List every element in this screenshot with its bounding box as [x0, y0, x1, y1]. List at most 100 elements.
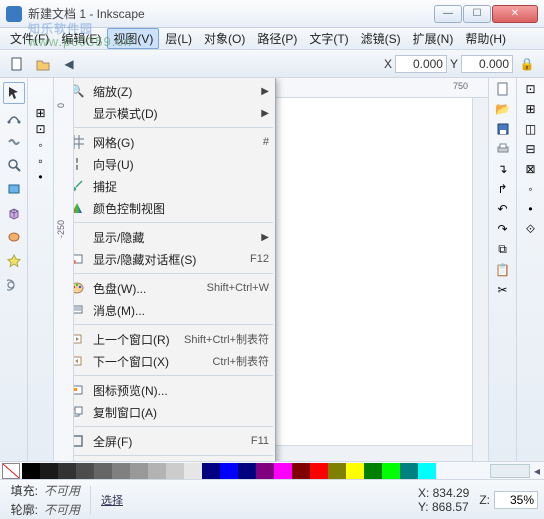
snap-node-icon[interactable]: ⊡: [35, 122, 45, 136]
menu-messages[interactable]: 消息(M)...: [74, 299, 275, 321]
color-swatch[interactable]: [58, 463, 76, 479]
menu-fullscreen[interactable]: 全屏(F)F11: [74, 430, 275, 452]
select-tool-icon[interactable]: [3, 82, 25, 104]
menu-guides[interactable]: ╎向导(U): [74, 153, 275, 175]
tweak-tool-icon[interactable]: [3, 130, 25, 152]
color-swatch[interactable]: [220, 463, 238, 479]
menu-show-hide-dlg[interactable]: 显示/隐藏对话框(S)F12: [74, 248, 275, 270]
snap-opt-1-icon[interactable]: ⊡: [525, 82, 535, 96]
open-icon[interactable]: [32, 53, 54, 75]
x-input[interactable]: [395, 55, 447, 73]
arrow-icon[interactable]: ◀: [58, 53, 80, 75]
menu-color-view[interactable]: 颜色控制视图: [74, 197, 275, 219]
color-swatch[interactable]: [346, 463, 364, 479]
snap-icon[interactable]: ⊞: [35, 106, 45, 120]
menu-text[interactable]: 文字(T): [303, 28, 354, 49]
color-swatch[interactable]: [148, 463, 166, 479]
menu-dup-window[interactable]: 复制窗口(A): [74, 401, 275, 423]
color-swatch[interactable]: [94, 463, 112, 479]
rect-tool-icon[interactable]: [3, 178, 25, 200]
import-icon[interactable]: ↴: [497, 162, 507, 176]
color-swatch[interactable]: [382, 463, 400, 479]
color-swatch[interactable]: [22, 463, 40, 479]
minimize-button[interactable]: —: [434, 5, 462, 23]
new-doc-icon[interactable]: [496, 82, 510, 96]
snap-opt-5-icon[interactable]: ⊠: [525, 162, 535, 176]
menu-zoom[interactable]: 🔍缩放(Z)▶: [74, 80, 275, 102]
color-swatch[interactable]: [364, 463, 382, 479]
color-swatch[interactable]: [328, 463, 346, 479]
zoom-input[interactable]: [494, 491, 538, 509]
color-swatch[interactable]: [166, 463, 184, 479]
menu-help[interactable]: 帮助(H): [459, 28, 512, 49]
no-color-swatch[interactable]: [2, 463, 20, 479]
menu-path[interactable]: 路径(P): [251, 28, 303, 49]
3dbox-tool-icon[interactable]: [3, 202, 25, 224]
open-doc-icon[interactable]: 📂: [495, 102, 510, 116]
snap-bbox-icon[interactable]: ▫: [38, 154, 42, 168]
star-tool-icon[interactable]: [3, 250, 25, 272]
scrollbar-vertical[interactable]: [472, 98, 488, 461]
menu-grid[interactable]: 网格(G)#: [74, 131, 275, 153]
menu-palette[interactable]: 色盘(W)...Shift+Ctrl+W: [74, 277, 275, 299]
menu-layer[interactable]: 层(L): [159, 28, 198, 49]
new-icon[interactable]: [6, 53, 28, 75]
menu-extend[interactable]: 扩展(N): [407, 28, 460, 49]
print-icon[interactable]: [496, 142, 510, 156]
save-icon[interactable]: [496, 122, 510, 136]
snap-opt-2-icon[interactable]: ⊞: [525, 102, 535, 116]
color-swatch[interactable]: [310, 463, 328, 479]
snap-opt-4-icon[interactable]: ⊟: [525, 142, 535, 156]
circle-tool-icon[interactable]: [3, 226, 25, 248]
paste-icon[interactable]: 📋: [495, 263, 510, 277]
menu-icon-preview[interactable]: 图标预览(N)...: [74, 379, 275, 401]
copy-icon[interactable]: ⧉: [498, 242, 507, 257]
color-swatch[interactable]: [256, 463, 274, 479]
snap-opt-7-icon[interactable]: •: [528, 202, 532, 216]
y-input[interactable]: [461, 55, 513, 73]
color-swatch[interactable]: [238, 463, 256, 479]
color-swatch[interactable]: [418, 463, 436, 479]
export-icon[interactable]: ↱: [497, 182, 507, 196]
menu-display-mode[interactable]: 显示模式(D)▶: [74, 102, 275, 124]
color-swatch[interactable]: [400, 463, 418, 479]
color-swatch[interactable]: [292, 463, 310, 479]
menu-show-hide[interactable]: 显示/隐藏▶: [74, 226, 275, 248]
redo-icon[interactable]: ↷: [497, 222, 507, 236]
preview-icon: [74, 381, 87, 399]
color-swatch[interactable]: [112, 463, 130, 479]
menu-filter[interactable]: 滤镜(S): [355, 28, 407, 49]
separator: [74, 222, 273, 223]
menu-next-window[interactable]: 下一个窗口(X)Ctrl+制表符: [74, 350, 275, 372]
node-tool-icon[interactable]: [3, 106, 25, 128]
menu-edit[interactable]: 编辑(E): [55, 28, 107, 49]
menu-snap[interactable]: 捕捉: [74, 175, 275, 197]
lock-icon[interactable]: 🔒: [516, 53, 538, 75]
undo-icon[interactable]: ↶: [497, 202, 507, 216]
color-swatch[interactable]: [76, 463, 94, 479]
menu-file[interactable]: 文件(F): [4, 28, 55, 49]
spiral-tool-icon[interactable]: [3, 274, 25, 296]
cut-icon[interactable]: ✂: [497, 283, 507, 297]
snap-opt-6-icon[interactable]: ◦: [528, 182, 532, 196]
menu-view[interactable]: 视图(V): [107, 28, 159, 49]
palette-scrollbar[interactable]: [490, 464, 530, 478]
maximize-button[interactable]: ☐: [463, 5, 491, 23]
color-swatch[interactable]: [184, 463, 202, 479]
zoom-tool-icon[interactable]: [3, 154, 25, 176]
snap-opt-3-icon[interactable]: ◫: [525, 122, 536, 136]
menu-prev-window[interactable]: 上一个窗口(R)Shift+Ctrl+制表符: [74, 328, 275, 350]
separator: [74, 273, 273, 274]
palette-menu-icon[interactable]: ◂: [530, 464, 544, 478]
snap-opt-8-icon[interactable]: ⟐: [526, 222, 535, 237]
canvas[interactable]: 750 🔍缩放(Z)▶ 显示模式(D)▶ 网格(G)# ╎向导(U) 捕捉 颜色…: [74, 78, 488, 461]
color-swatch[interactable]: [274, 463, 292, 479]
color-swatch[interactable]: [202, 463, 220, 479]
color-swatch[interactable]: [130, 463, 148, 479]
snap-center-icon[interactable]: •: [38, 170, 42, 184]
snap-path-icon[interactable]: ◦: [38, 138, 42, 152]
close-button[interactable]: ✕: [492, 5, 538, 23]
menu-object[interactable]: 对象(O): [198, 28, 251, 49]
menu-default[interactable]: 默认: [74, 459, 275, 461]
color-swatch[interactable]: [40, 463, 58, 479]
